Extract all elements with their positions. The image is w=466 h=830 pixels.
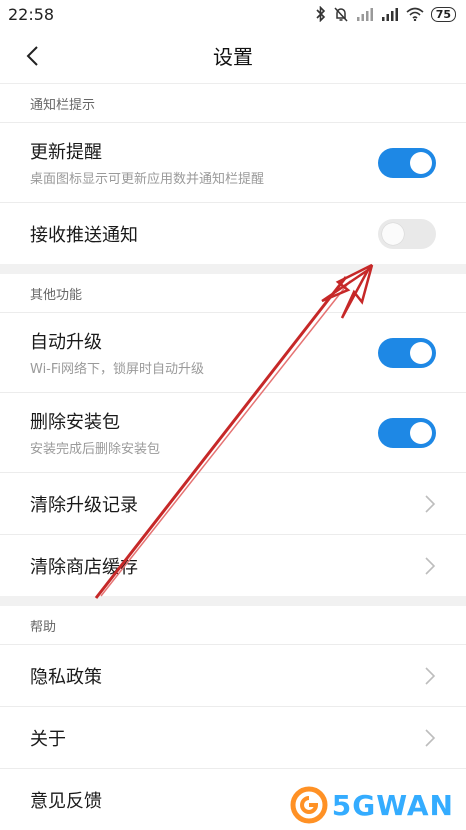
row-clear-upgrade-history[interactable]: 清除升级记录 [0, 472, 466, 534]
signal-icon [356, 8, 373, 21]
5gwan-logo-icon [290, 786, 328, 824]
toggle-knob [410, 421, 432, 444]
chevron-right-icon [425, 666, 436, 685]
delete-package-toggle[interactable] [378, 417, 436, 448]
chevron-right-icon [425, 556, 436, 575]
row-title: 清除商店缓存 [30, 556, 138, 578]
row-title: 清除升级记录 [30, 494, 138, 516]
row-update-reminder[interactable]: 更新提醒 桌面图标显示可更新应用数并通知栏提醒 [0, 122, 466, 202]
toggle-knob [410, 341, 432, 364]
row-privacy-policy[interactable]: 隐私政策 [0, 644, 466, 706]
row-delete-package[interactable]: 删除安装包 安装完成后删除安装包 [0, 392, 466, 472]
signal-icon-2 [381, 8, 398, 21]
row-title: 关于 [30, 728, 66, 750]
page-title: 设置 [213, 45, 253, 69]
row-push-notification[interactable]: 接收推送通知 [0, 202, 466, 264]
bluetooth-icon [316, 6, 325, 22]
row-clear-store-cache[interactable]: 清除商店缓存 [0, 534, 466, 596]
section-header-other: 其他功能 [0, 274, 466, 312]
auto-upgrade-toggle[interactable] [378, 337, 436, 368]
status-time: 22:58 [8, 4, 55, 24]
status-bar: 22:58 75 [0, 0, 466, 28]
section-divider [0, 596, 466, 606]
section-header-help: 帮助 [0, 606, 466, 644]
push-notification-toggle[interactable] [378, 218, 436, 249]
toggle-knob [410, 151, 432, 174]
back-arrow-icon[interactable] [22, 44, 46, 68]
chevron-right-icon [425, 728, 436, 747]
row-about[interactable]: 关于 [0, 706, 466, 768]
chevron-right-icon [425, 494, 436, 513]
status-icons: 75 [316, 6, 456, 22]
section-divider [0, 264, 466, 274]
wifi-icon [406, 7, 424, 21]
section-header-notify: 通知栏提示 [0, 84, 466, 122]
row-auto-upgrade[interactable]: 自动升级 Wi-Fi网络下，锁屏时自动升级 [0, 312, 466, 392]
title-bar: 设置 [0, 28, 466, 84]
watermark-text: 5GWAN [331, 788, 454, 822]
battery-indicator: 75 [430, 6, 456, 22]
row-title: 隐私政策 [30, 666, 102, 688]
update-reminder-toggle[interactable] [378, 147, 436, 178]
toggle-knob [382, 222, 404, 245]
mute-bell-icon [334, 7, 348, 22]
watermark: 5GWAN [290, 786, 454, 824]
